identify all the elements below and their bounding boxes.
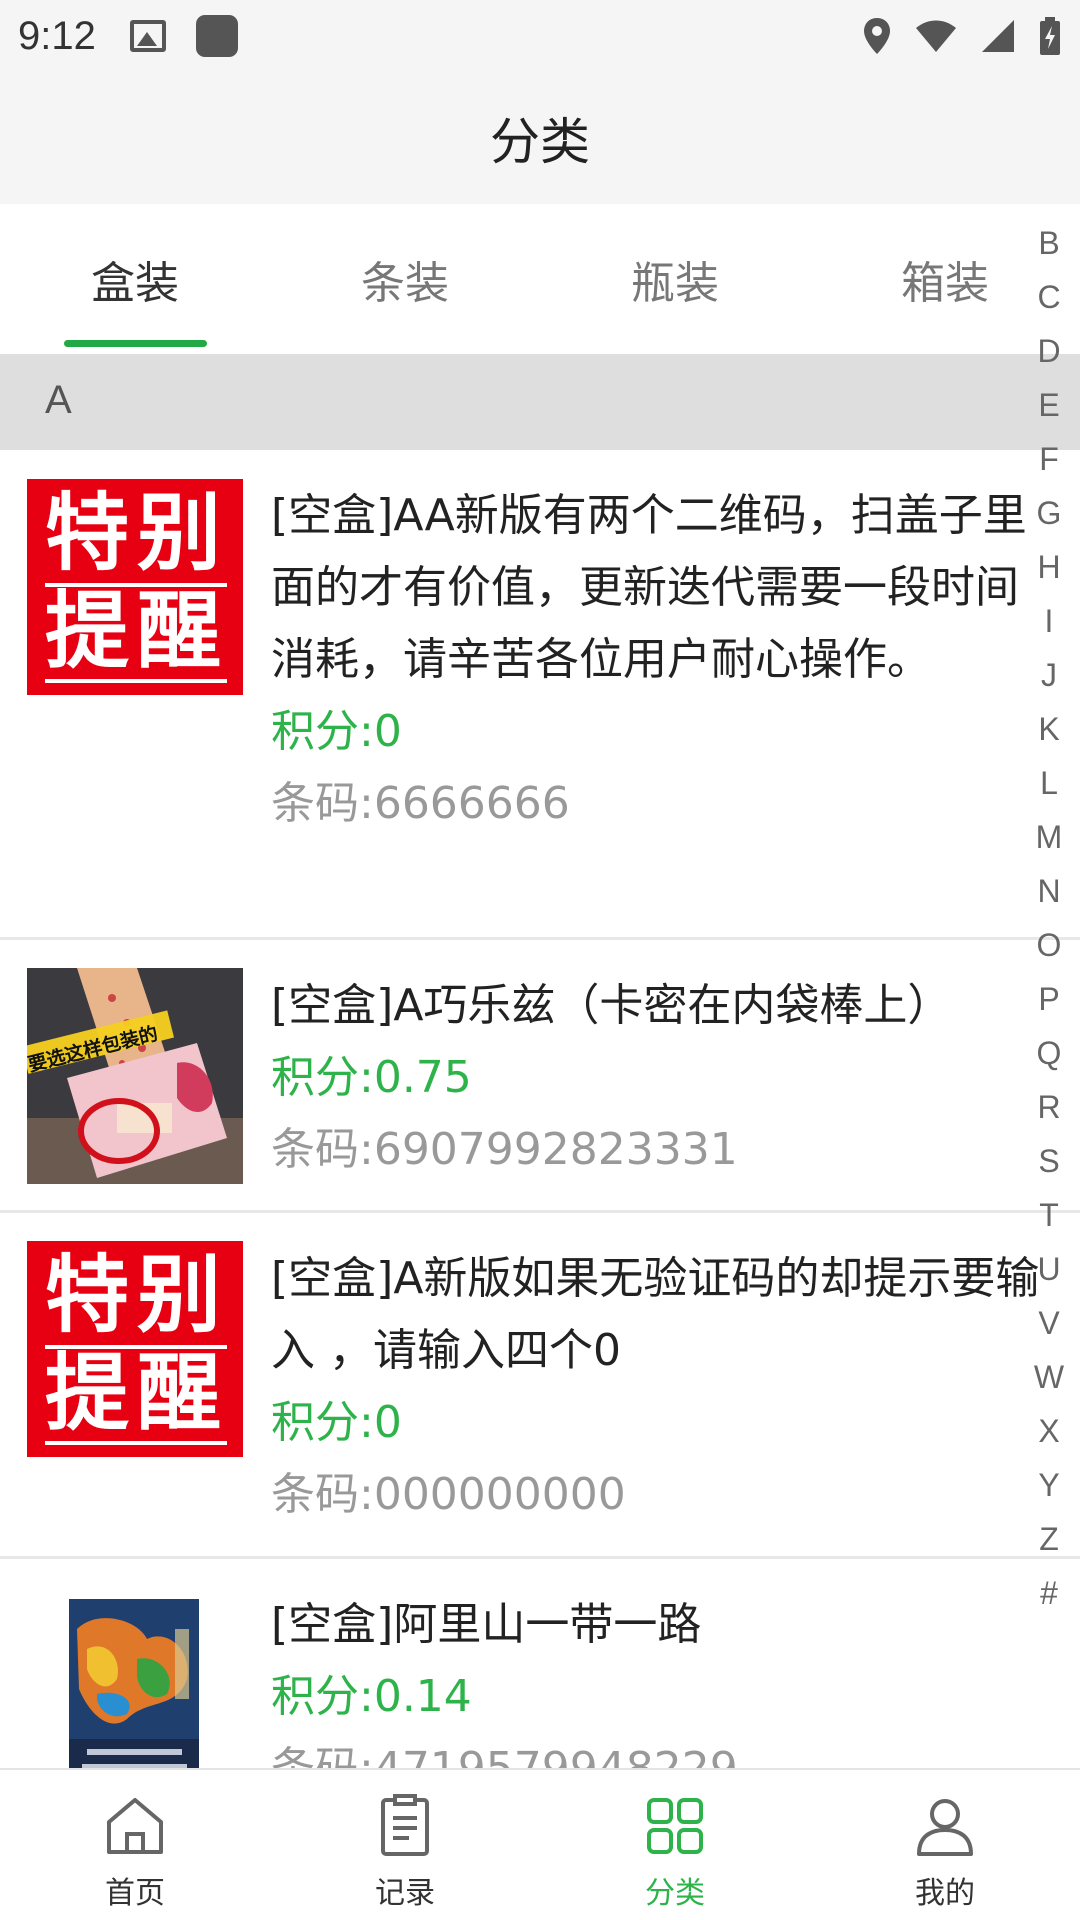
nav-mine[interactable]: 我的 <box>810 1770 1080 1920</box>
special-notice-image: 特别 提醒 <box>27 479 243 695</box>
alphabet-index[interactable]: B C D E F G H I J K L M N O P Q R S T U V W X Y Z # <box>1024 216 1074 1620</box>
item-text: [空盒]AA新版有两个二维码，扫盖子里面的才有价值，更新迭代需要一段时间消耗，请… <box>271 480 1051 840</box>
tab-boxed[interactable]: 盒装 <box>0 204 270 354</box>
alphabet-index-letter[interactable]: C <box>1037 270 1060 324</box>
page-title: 分类 <box>490 113 590 171</box>
bottom-nav: 首页 记录 分类 我的 <box>0 1768 1080 1920</box>
item-thumbnail: 特别 提醒 <box>27 479 243 695</box>
nav-category-label: 分类 <box>645 1876 705 1911</box>
item-points: 积分:0 <box>271 1397 402 1448</box>
alphabet-index-letter[interactable]: E <box>1038 378 1059 432</box>
cigarette-box-photo <box>27 1599 243 1768</box>
clipboard-icon <box>381 1794 429 1856</box>
battery-icon <box>1040 17 1060 55</box>
notice-rule <box>45 1441 227 1445</box>
item-name: [空盒]A新版如果无验证码的却提示要输入 ，请输入四个0 <box>271 1253 1040 1376</box>
alphabet-index-letter[interactable]: V <box>1038 1296 1059 1350</box>
special-notice-image: 特别 提醒 <box>27 1241 243 1457</box>
alphabet-index-letter[interactable]: R <box>1037 1080 1060 1134</box>
product-list[interactable]: 特别 提醒 [空盒]AA新版有两个二维码，扫盖子里面的才有价值，更新迭代需要一段… <box>0 450 1080 1768</box>
alphabet-index-letter[interactable]: X <box>1038 1404 1059 1458</box>
alphabet-index-letter[interactable]: D <box>1037 324 1060 378</box>
alphabet-index-letter[interactable]: Q <box>1037 1026 1062 1080</box>
alphabet-index-letter[interactable]: W <box>1034 1350 1064 1404</box>
nav-mine-label: 我的 <box>915 1876 975 1911</box>
wifi-icon <box>916 20 956 52</box>
grid-icon <box>647 1798 703 1854</box>
list-item[interactable]: [空盒]阿里山一带一路 积分:0.14 条码:4719579948229 <box>0 1559 1080 1768</box>
alphabet-index-letter[interactable]: Z <box>1039 1512 1059 1566</box>
list-item[interactable]: 要选这样包装的 [空盒]A巧乐兹（卡密在内袋棒上） 积分:0.75 条码:690… <box>0 940 1080 1213</box>
alphabet-index-letter[interactable]: P <box>1038 972 1059 1026</box>
app-notification-icon <box>195 15 238 57</box>
list-item[interactable]: 特别 提醒 [空盒]AA新版有两个二维码，扫盖子里面的才有价值，更新迭代需要一段… <box>0 450 1080 940</box>
notice-line-1: 特别 <box>45 1246 230 1344</box>
nav-category[interactable]: 分类 <box>540 1770 810 1920</box>
tab-bottled[interactable]: 瓶装 <box>540 204 810 354</box>
item-thumbnail <box>27 1599 243 1768</box>
item-name: [空盒]AA新版有两个二维码，扫盖子里面的才有价值，更新迭代需要一段时间消耗，请… <box>271 490 1027 685</box>
nav-records-label: 记录 <box>375 1876 435 1911</box>
alphabet-index-letter[interactable]: T <box>1039 1188 1059 1242</box>
category-tabs: 盒装 条装 瓶装 箱装 <box>0 204 1080 354</box>
alphabet-index-letter[interactable]: S <box>1038 1134 1059 1188</box>
alphabet-index-letter[interactable]: N <box>1037 864 1060 918</box>
item-name: [空盒]阿里山一带一路 <box>271 1599 702 1650</box>
list-item[interactable]: 特别 提醒 [空盒]A新版如果无验证码的却提示要输入 ，请输入四个0 积分:0 … <box>0 1213 1080 1559</box>
nav-home-label: 首页 <box>105 1876 165 1911</box>
item-text: [空盒]阿里山一带一路 积分:0.14 条码:4719579948229 <box>271 1589 1051 1768</box>
location-icon <box>864 18 890 54</box>
home-icon <box>107 1798 163 1854</box>
notice-line-1: 特别 <box>45 484 230 582</box>
item-points: 积分:0 <box>271 706 402 757</box>
item-barcode: 条码:4719579948229 <box>271 1733 1051 1768</box>
item-points: 积分:0.75 <box>271 1052 472 1103</box>
item-points: 积分:0.14 <box>271 1671 472 1722</box>
status-time: 9:12 <box>18 13 96 58</box>
alphabet-index-letter[interactable]: J <box>1041 648 1057 702</box>
alphabet-index-letter[interactable]: L <box>1040 756 1058 810</box>
alphabet-index-letter[interactable]: K <box>1038 702 1059 756</box>
nav-records[interactable]: 记录 <box>270 1770 540 1920</box>
notice-line-2: 提醒 <box>45 582 230 680</box>
status-right-icons <box>862 16 1062 56</box>
item-barcode: 条码:000000000 <box>271 1469 626 1520</box>
active-tab-indicator <box>64 340 207 347</box>
item-thumbnail: 要选这样包装的 <box>27 968 243 1184</box>
alphabet-index-letter[interactable]: F <box>1039 432 1059 486</box>
alphabet-index-letter[interactable]: M <box>1036 810 1063 864</box>
alphabet-index-letter[interactable]: U <box>1037 1242 1060 1296</box>
section-header: A <box>0 354 1080 450</box>
gallery-notification-icon <box>129 20 166 52</box>
alphabet-index-letter[interactable]: O <box>1037 918 1062 972</box>
section-letter: A <box>45 378 72 422</box>
signal-icon <box>982 20 1014 52</box>
person-icon <box>917 1799 973 1856</box>
alphabet-index-letter[interactable]: I <box>1045 594 1054 648</box>
item-barcode: 条码:6666666 <box>271 778 570 829</box>
alphabet-index-letter[interactable]: G <box>1037 486 1062 540</box>
title-bar: 分类 <box>0 72 1080 204</box>
item-name: [空盒]A巧乐兹（卡密在内袋棒上） <box>271 980 952 1031</box>
item-text: [空盒]A新版如果无验证码的却提示要输入 ，请输入四个0 积分:0 条码:000… <box>271 1243 1051 1531</box>
alphabet-index-letter[interactable]: # <box>1040 1566 1058 1620</box>
notice-rule <box>45 679 227 683</box>
item-thumbnail: 特别 提醒 <box>27 1241 243 1457</box>
notice-line-2: 提醒 <box>45 1344 230 1442</box>
item-barcode: 条码:6907992823331 <box>271 1124 738 1175</box>
tab-carton[interactable]: 条装 <box>270 204 540 354</box>
status-bar: 9:12 <box>0 0 1080 72</box>
nav-home[interactable]: 首页 <box>0 1770 270 1920</box>
alphabet-index-letter[interactable]: B <box>1038 216 1059 270</box>
alphabet-index-letter[interactable]: Y <box>1038 1458 1059 1512</box>
ice-cream-product-photo: 要选这样包装的 <box>27 968 243 1184</box>
alphabet-index-letter[interactable]: H <box>1037 540 1060 594</box>
item-text: [空盒]A巧乐兹（卡密在内袋棒上） 积分:0.75 条码:69079928233… <box>271 970 1051 1186</box>
